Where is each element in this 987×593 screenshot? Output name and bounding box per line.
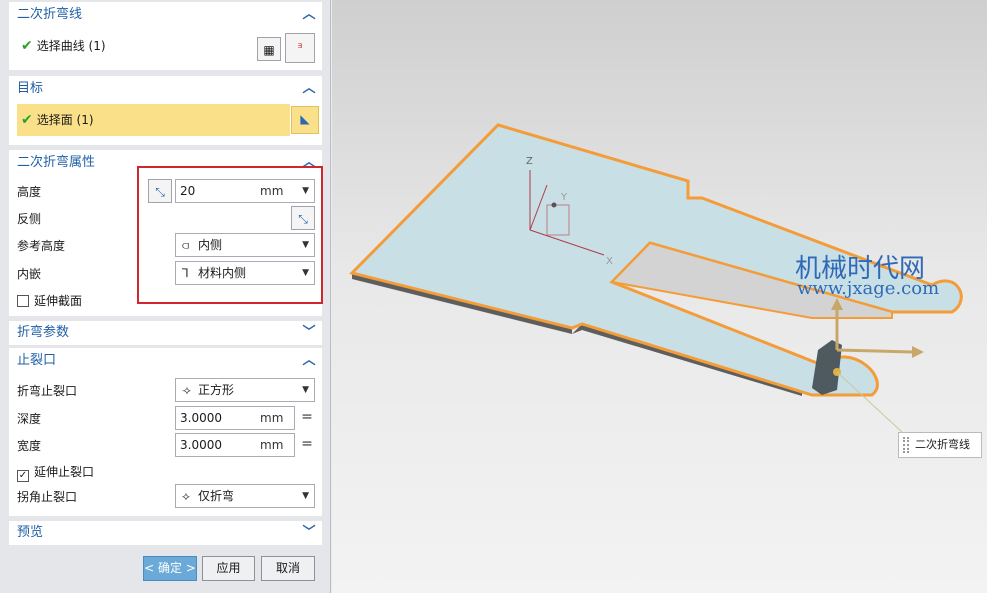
width-row: 宽度 3.0000 mm = <box>9 431 322 459</box>
chevron-down-icon: ▼ <box>302 385 309 395</box>
cancel-button[interactable]: 取消 <box>261 556 315 581</box>
corner-relief-row: 拐角止裂口 ⟡ 仅折弯 ▼ <box>9 482 322 510</box>
corner-relief-value: 仅折弯 <box>198 489 235 503</box>
select-face-label: 选择面 (1) <box>36 113 94 127</box>
chevron-down-icon[interactable]: ﹀ <box>302 521 316 545</box>
width-input[interactable]: 3.0000 mm <box>175 433 295 457</box>
section-title: 二次折弯线 <box>17 7 83 22</box>
depth-input[interactable]: 3.0000 mm <box>175 406 295 430</box>
corner-relief-select[interactable]: ⟡ 仅折弯 ▼ <box>175 484 315 508</box>
section-header[interactable]: 预览 ﹀ <box>9 521 322 545</box>
bend-relief-row: 折弯止裂口 ⟢ 正方形 ▼ <box>9 376 322 404</box>
checkmark-icon: ✔ <box>21 38 33 54</box>
width-label: 宽度 <box>17 439 42 453</box>
extend-relief-row[interactable]: ✓ 延伸止裂口 <box>9 457 322 485</box>
select-face-row[interactable]: ✔ 选择面 (1) <box>17 104 290 136</box>
extend-relief-checkbox[interactable]: ✓ 延伸止裂口 <box>17 463 94 482</box>
select-curve-label: 选择曲线 (1) <box>36 39 106 53</box>
height-label: 高度 <box>17 185 42 199</box>
bend-relief-label: 折弯止裂口 <box>17 384 78 398</box>
corner-relief-label: 拐角止裂口 <box>17 490 78 504</box>
face-select-icon[interactable]: ◣ <box>291 106 319 134</box>
section-title: 折弯参数 <box>17 325 70 340</box>
chevron-down-icon[interactable]: ﹀ <box>302 321 316 345</box>
extend-section-checkbox[interactable]: 延伸截面 <box>17 292 82 309</box>
section-bend-params: 折弯参数 ﹀ <box>9 321 322 345</box>
checkmark-icon: ✔ <box>21 112 33 128</box>
section-target: 目标 ︿ ✔ 选择面 (1) ◣ <box>9 76 322 145</box>
axis-z-label: Z <box>526 156 533 167</box>
drag-grip-icon[interactable] <box>903 437 909 453</box>
extend-section-label: 延伸截面 <box>34 294 83 308</box>
curve-select-icon[interactable]: ᴲ <box>285 33 315 63</box>
bend-relief-value: 正方形 <box>198 383 235 397</box>
bend-relief-select[interactable]: ⟢ 正方形 ▼ <box>175 378 315 402</box>
bend-only-icon: ⟡ <box>182 489 190 503</box>
square-relief-icon: ⟢ <box>182 383 191 397</box>
reverse-side-label: 反侧 <box>17 212 42 226</box>
ref-height-label: 参考高度 <box>17 239 66 253</box>
section-secondary-bend-line: 二次折弯线 ︿ ✔ 选择曲线 (1) ▦ ᴲ <box>9 2 322 70</box>
section-title: 预览 <box>17 525 44 540</box>
highlight-box <box>137 166 323 304</box>
formula-icon[interactable]: = <box>298 406 316 430</box>
section-header[interactable]: 止裂口 ︿ <box>9 348 322 374</box>
section-header[interactable]: 目标 ︿ <box>9 76 322 102</box>
section-preview: 预览 ﹀ <box>9 521 322 545</box>
callout-label: 二次折弯线 <box>898 432 982 458</box>
checkbox-icon[interactable] <box>17 295 29 307</box>
axis-x-label: X <box>606 256 613 267</box>
extend-relief-label: 延伸止裂口 <box>34 465 95 479</box>
select-curve-row[interactable]: ✔ 选择曲线 (1) <box>17 30 290 62</box>
section-title: 二次折弯属性 <box>17 155 96 170</box>
apply-button[interactable]: 应用 <box>202 556 255 581</box>
depth-row: 深度 3.0000 mm = <box>9 404 322 432</box>
checkbox-checked-icon[interactable]: ✓ <box>17 470 29 482</box>
chevron-up-icon[interactable]: ︿ <box>302 2 316 28</box>
width-unit: mm <box>260 438 284 452</box>
chevron-down-icon: ▼ <box>302 491 309 501</box>
formula-icon[interactable]: = <box>298 433 316 457</box>
depth-value: 3.0000 <box>180 411 222 425</box>
ok-button[interactable]: < 确定 > <box>143 556 197 581</box>
sketch-icon[interactable]: ▦ <box>257 37 281 61</box>
section-relief: 止裂口 ︿ 折弯止裂口 ⟢ 正方形 ▼ 深度 3.0000 mm = 宽度 3.0… <box>9 348 322 516</box>
watermark-url: www.jxage.com <box>797 278 940 299</box>
section-header[interactable]: 二次折弯线 ︿ <box>9 2 322 28</box>
width-value: 3.0000 <box>180 438 222 452</box>
depth-label: 深度 <box>17 412 42 426</box>
section-header[interactable]: 折弯参数 ﹀ <box>9 321 322 345</box>
depth-unit: mm <box>260 411 284 425</box>
chevron-up-icon[interactable]: ︿ <box>302 76 316 102</box>
callout-text: 二次折弯线 <box>915 438 970 451</box>
axis-y-label: Y <box>560 192 568 203</box>
section-title: 目标 <box>17 81 44 96</box>
inset-label: 内嵌 <box>17 267 42 281</box>
section-title: 止裂口 <box>17 353 57 368</box>
chevron-up-icon[interactable]: ︿ <box>302 348 316 374</box>
